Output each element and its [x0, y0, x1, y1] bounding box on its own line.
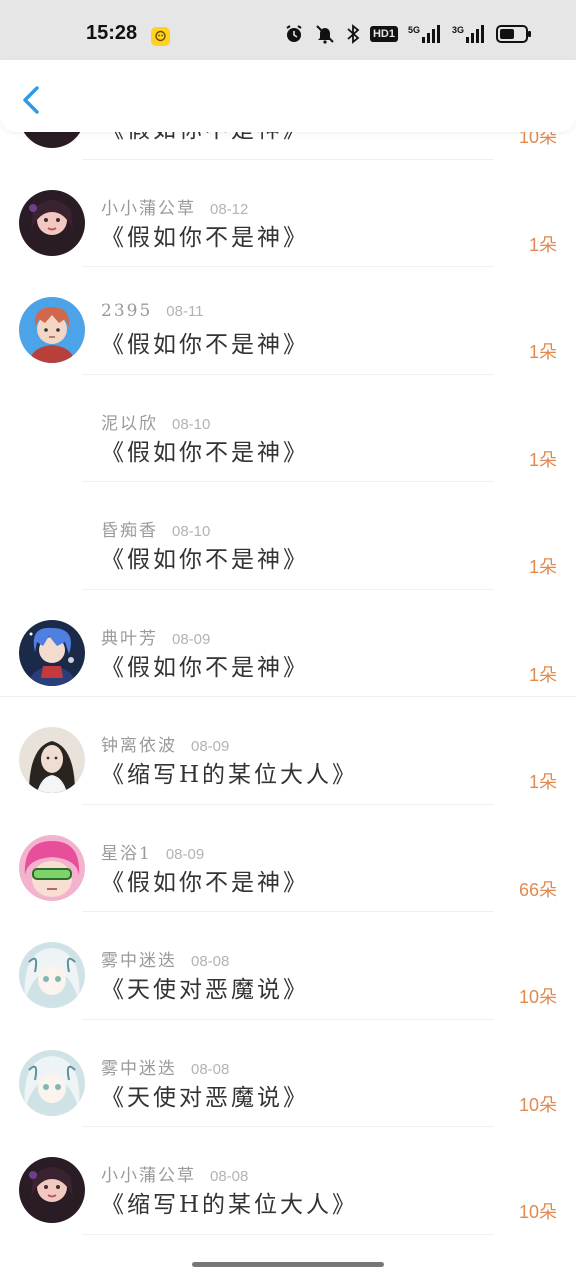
- user-name[interactable]: 泥以欣: [101, 414, 158, 434]
- user-name[interactable]: 小小蒲公草: [101, 199, 196, 219]
- item-meta: 昏痴香 08-10: [101, 516, 210, 541]
- flower-count: 10朵: [518, 987, 557, 1007]
- book-title[interactable]: 《假如你不是神》: [101, 433, 309, 467]
- user-name[interactable]: 小小蒲公草: [101, 1166, 196, 1186]
- signal-3g-icon: 3G: [452, 25, 486, 43]
- user-name[interactable]: 雾中迷迭: [101, 1059, 177, 1079]
- status-time: 15:28: [86, 22, 138, 44]
- flower-count: 1朵: [528, 664, 557, 685]
- book-title[interactable]: 《假如你不是神》: [101, 648, 309, 682]
- user-name[interactable]: 典叶芳: [101, 629, 158, 649]
- user-name[interactable]: 昏痴香: [101, 521, 158, 541]
- book-title[interactable]: 《假如你不是神》: [101, 863, 309, 897]
- user-name[interactable]: 钟离依波: [101, 736, 177, 756]
- book-title[interactable]: 《天使对恶魔说》: [101, 1078, 309, 1112]
- flower-count: 1朵: [528, 234, 557, 255]
- item-date: 08-10: [172, 415, 211, 433]
- item-meta: 小小蒲公草 08-08: [101, 1161, 248, 1186]
- avatar[interactable]: [19, 942, 85, 1008]
- hd-icon: HD1: [369, 26, 398, 42]
- item-meta: 钟离依波 08-09: [101, 731, 229, 756]
- item-meta: 星浴1 08-09: [101, 839, 204, 864]
- avatar[interactable]: [19, 619, 85, 686]
- list-item[interactable]: 星浴1 08-09 《假如你不是神》 66朵: [0, 805, 576, 912]
- list-item[interactable]: 雾中迷迭 08-08 《天使对恶魔说》 10朵: [0, 1020, 576, 1127]
- avatar[interactable]: [19, 834, 85, 901]
- battery-icon: [496, 25, 531, 43]
- top-bar: [0, 60, 576, 132]
- item-date: 08-12: [210, 200, 249, 218]
- item-date: 08-08: [210, 1168, 249, 1185]
- flower-count: 1朵: [528, 342, 557, 362]
- list-item[interactable]: 典叶芳 08-09 《假如你不是神》 1朵: [0, 590, 576, 697]
- flower-count: 1朵: [528, 772, 557, 792]
- item-date: 08-09: [191, 738, 230, 755]
- book-title[interactable]: 《天使对恶魔说》: [101, 970, 309, 1004]
- item-date: 08-10: [172, 523, 211, 540]
- list-item[interactable]: 2395 08-11 《假如你不是神》 1朵: [0, 267, 576, 375]
- avatar[interactable]: [19, 297, 85, 363]
- list-item[interactable]: 小小蒲公草 08-12 《假如你不是神》 1朵: [0, 160, 576, 267]
- item-date: 08-09: [172, 630, 211, 648]
- home-indicator[interactable]: [192, 1262, 384, 1267]
- item-meta: 2395 08-11: [101, 301, 204, 321]
- list-item[interactable]: 雾中迷迭 08-08 《天使对恶魔说》 10朵: [0, 912, 576, 1020]
- item-date: 08-08: [191, 953, 230, 970]
- book-title[interactable]: 《缩写H的某位大人》: [101, 755, 358, 789]
- book-title[interactable]: 《假如你不是神》: [101, 218, 309, 252]
- avatar[interactable]: [19, 1157, 85, 1223]
- item-meta: 泥以欣 08-10: [101, 409, 210, 434]
- flower-count: 1朵: [528, 449, 557, 470]
- book-title[interactable]: 《假如你不是神》: [101, 540, 309, 574]
- alarm-icon: [286, 25, 302, 42]
- flower-record-list: 《假如你不是神》10朵小小蒲公草08-12《假如你不是神》1朵239508-11…: [0, 80, 576, 1235]
- user-name[interactable]: 雾中迷迭: [101, 951, 177, 971]
- avatar[interactable]: [19, 727, 85, 793]
- item-meta: 雾中迷迭 08-08: [101, 1054, 229, 1079]
- back-arrow-icon[interactable]: [18, 84, 46, 116]
- flower-count: 10朵: [518, 1202, 557, 1222]
- flower-count: 1朵: [528, 557, 557, 577]
- item-meta: 雾中迷迭 08-08: [101, 946, 229, 971]
- status-bar: 15:28 HD1 5G 3G: [0, 0, 576, 60]
- app-notification-icon: [151, 27, 170, 46]
- list-item[interactable]: 小小蒲公草 08-08 《缩写H的某位大人》 10朵: [0, 1127, 576, 1235]
- mute-icon: [316, 25, 334, 44]
- avatar[interactable]: [19, 189, 85, 256]
- user-name[interactable]: 2395: [101, 301, 152, 321]
- item-meta: 小小蒲公草 08-12: [101, 194, 248, 219]
- divider: [82, 1233, 494, 1235]
- flower-count: 10朵: [518, 1094, 557, 1115]
- avatar[interactable]: [19, 1049, 85, 1116]
- item-date: 08-11: [166, 303, 204, 320]
- list-item[interactable]: 泥以欣 08-10 《假如你不是神》 1朵: [0, 375, 576, 482]
- user-name[interactable]: 星浴1: [101, 844, 152, 864]
- item-date: 08-09: [165, 845, 205, 863]
- signal-5g-icon: 5G: [408, 25, 442, 43]
- bluetooth-icon: [347, 24, 360, 44]
- book-title[interactable]: 《假如你不是神》: [101, 325, 309, 359]
- list-item[interactable]: 钟离依波 08-09 《缩写H的某位大人》 1朵: [0, 697, 576, 805]
- list-item[interactable]: 昏痴香 08-10 《假如你不是神》 1朵: [0, 482, 576, 590]
- flower-count: 66朵: [518, 879, 557, 900]
- item-meta: 典叶芳 08-09: [101, 624, 210, 649]
- item-date: 08-08: [191, 1060, 230, 1078]
- book-title[interactable]: 《缩写H的某位大人》: [101, 1185, 358, 1219]
